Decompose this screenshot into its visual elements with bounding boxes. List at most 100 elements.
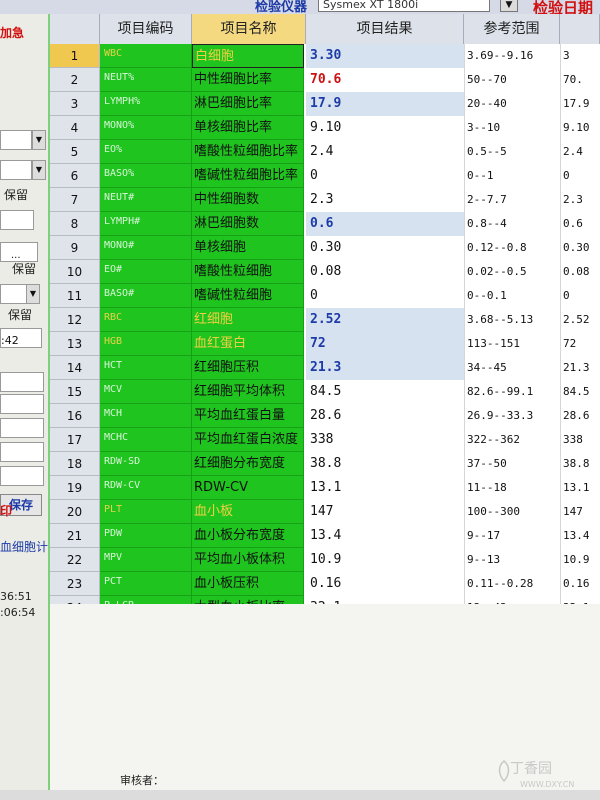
row-index[interactable]: 14 <box>50 356 100 380</box>
table-row[interactable]: 2 NEUT% 中性细胞比率 70.6 50--70 70. <box>50 68 600 92</box>
item-reference-range[interactable]: 37--50 <box>464 452 560 476</box>
item-result[interactable]: 3.30 <box>306 44 464 68</box>
row-index[interactable]: 3 <box>50 92 100 116</box>
item-extra-value[interactable]: 84.5 <box>560 380 600 404</box>
row-index[interactable]: 15 <box>50 380 100 404</box>
item-name[interactable]: 嗜酸性粒细胞 <box>192 260 304 284</box>
item-name[interactable]: 红细胞压积 <box>192 356 304 380</box>
table-row[interactable]: 22 MPV 平均血小板体积 10.9 9--13 10.9 <box>50 548 600 572</box>
item-code[interactable]: RBC <box>100 308 192 332</box>
item-name[interactable]: 血小板压积 <box>192 572 304 596</box>
item-name[interactable]: 淋巴细胞比率 <box>192 92 304 116</box>
item-name[interactable]: 红细胞分布宽度 <box>192 452 304 476</box>
time-field[interactable]: :42 <box>0 328 42 348</box>
table-row[interactable]: 10 EO# 嗜酸性粒细胞 0.08 0.02--0.5 0.08 <box>50 260 600 284</box>
item-result[interactable]: 0 <box>306 164 464 188</box>
item-reference-range[interactable]: 2--7.7 <box>464 188 560 212</box>
item-reference-range[interactable]: 9--17 <box>464 524 560 548</box>
urgent-label[interactable]: 加急 <box>0 24 24 41</box>
item-code[interactable]: LYMPH% <box>100 92 192 116</box>
item-result[interactable]: 9.10 <box>306 116 464 140</box>
item-name[interactable]: 红细胞 <box>192 308 304 332</box>
item-extra-value[interactable]: 21.3 <box>560 356 600 380</box>
row-index[interactable]: 20 <box>50 500 100 524</box>
item-result[interactable]: 2.3 <box>306 188 464 212</box>
table-row[interactable]: 7 NEUT# 中性细胞数 2.3 2--7.7 2.3 <box>50 188 600 212</box>
table-row[interactable]: 21 PDW 血小板分布宽度 13.4 9--17 13.4 <box>50 524 600 548</box>
item-extra-value[interactable]: 70. <box>560 68 600 92</box>
header-code[interactable]: 项目编码 <box>100 14 192 44</box>
row-index[interactable]: 21 <box>50 524 100 548</box>
table-row[interactable]: 8 LYMPH# 淋巴细胞数 0.6 0.8--4 0.6 <box>50 212 600 236</box>
item-extra-value[interactable]: 10.9 <box>560 548 600 572</box>
item-extra-value[interactable]: 0.16 <box>560 572 600 596</box>
item-result[interactable]: 2.4 <box>306 140 464 164</box>
table-row[interactable]: 12 RBC 红细胞 2.52 3.68--5.13 2.52 <box>50 308 600 332</box>
item-reference-range[interactable]: 0.11--0.28 <box>464 572 560 596</box>
item-result[interactable]: 28.6 <box>306 404 464 428</box>
item-code[interactable]: EO% <box>100 140 192 164</box>
ellipsis-button[interactable]: ... <box>0 242 38 262</box>
row-index[interactable]: 1 <box>50 44 100 68</box>
chevron-down-icon[interactable]: ▼ <box>26 284 40 304</box>
item-reference-range[interactable]: 82.6--99.1 <box>464 380 560 404</box>
item-name[interactable]: 红细胞平均体积 <box>192 380 304 404</box>
table-row[interactable]: 4 MONO% 单核细胞比率 9.10 3--10 9.10 <box>50 116 600 140</box>
item-reference-range[interactable]: 100--300 <box>464 500 560 524</box>
row-index[interactable]: 7 <box>50 188 100 212</box>
row-index[interactable]: 18 <box>50 452 100 476</box>
table-row[interactable]: 5 EO% 嗜酸性粒细胞比率 2.4 0.5--5 2.4 <box>50 140 600 164</box>
item-code[interactable]: BASO% <box>100 164 192 188</box>
item-reference-range[interactable]: 20--40 <box>464 92 560 116</box>
row-index[interactable]: 16 <box>50 404 100 428</box>
row-index[interactable]: 9 <box>50 236 100 260</box>
chevron-down-icon[interactable]: ▼ <box>500 0 518 12</box>
item-code[interactable]: NEUT# <box>100 188 192 212</box>
field-7[interactable] <box>0 418 44 438</box>
item-code[interactable]: MPV <box>100 548 192 572</box>
item-result[interactable]: 70.6 <box>306 68 464 92</box>
table-row[interactable]: 16 MCH 平均血红蛋白量 28.6 26.9--33.3 28.6 <box>50 404 600 428</box>
item-reference-range[interactable]: 322--362 <box>464 428 560 452</box>
chevron-down-icon[interactable]: ▼ <box>32 130 46 150</box>
item-result[interactable]: 13.4 <box>306 524 464 548</box>
item-result[interactable]: 0.30 <box>306 236 464 260</box>
item-extra-value[interactable]: 2.52 <box>560 308 600 332</box>
item-code[interactable]: LYMPH# <box>100 212 192 236</box>
row-index[interactable]: 6 <box>50 164 100 188</box>
item-result[interactable]: 17.9 <box>306 92 464 116</box>
header-extra[interactable] <box>560 14 600 44</box>
item-result[interactable]: 72 <box>306 332 464 356</box>
header-name[interactable]: 项目名称 <box>192 14 306 44</box>
row-index[interactable]: 5 <box>50 140 100 164</box>
item-result[interactable]: 0 <box>306 284 464 308</box>
print-label[interactable]: 印 <box>0 502 12 519</box>
table-row[interactable]: 20 PLT 血小板 147 100--300 147 <box>50 500 600 524</box>
item-reference-range[interactable]: 3.68--5.13 <box>464 308 560 332</box>
item-reference-range[interactable]: 0.12--0.8 <box>464 236 560 260</box>
item-result[interactable]: 147 <box>306 500 464 524</box>
item-reference-range[interactable]: 0.5--5 <box>464 140 560 164</box>
row-index[interactable]: 2 <box>50 68 100 92</box>
item-name[interactable]: 嗜碱性粒细胞比率 <box>192 164 304 188</box>
item-extra-value[interactable]: 38.8 <box>560 452 600 476</box>
item-code[interactable]: WBC <box>100 44 192 68</box>
item-code[interactable]: RDW-CV <box>100 476 192 500</box>
item-result[interactable]: 38.8 <box>306 452 464 476</box>
item-extra-value[interactable]: 2.3 <box>560 188 600 212</box>
item-reference-range[interactable]: 50--70 <box>464 68 560 92</box>
item-name[interactable]: 白细胞 <box>192 44 304 68</box>
item-reference-range[interactable]: 34--45 <box>464 356 560 380</box>
item-result[interactable]: 84.5 <box>306 380 464 404</box>
item-name[interactable]: 中性细胞比率 <box>192 68 304 92</box>
field-5[interactable] <box>0 372 44 392</box>
item-extra-value[interactable]: 0.6 <box>560 212 600 236</box>
table-row[interactable]: 13 HGB 血红蛋白 72 113--151 72 <box>50 332 600 356</box>
row-index[interactable]: 19 <box>50 476 100 500</box>
row-index[interactable]: 13 <box>50 332 100 356</box>
item-extra-value[interactable]: 72 <box>560 332 600 356</box>
item-extra-value[interactable]: 338 <box>560 428 600 452</box>
item-extra-value[interactable]: 0.08 <box>560 260 600 284</box>
item-code[interactable]: MONO# <box>100 236 192 260</box>
item-code[interactable]: HCT <box>100 356 192 380</box>
